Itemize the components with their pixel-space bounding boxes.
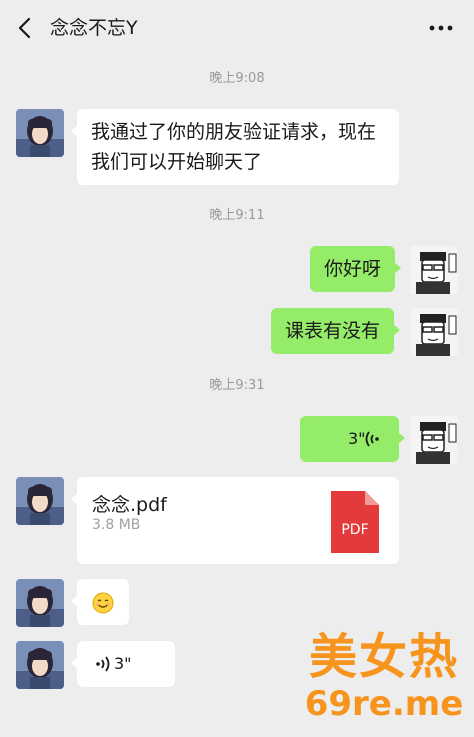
voice-duration: 3" xyxy=(114,654,132,673)
contact-avatar-image xyxy=(16,641,64,689)
chat-header: 念念不忘Y xyxy=(0,0,474,56)
contact-avatar-image xyxy=(16,477,64,525)
contact-avatar[interactable] xyxy=(16,477,64,525)
contact-avatar[interactable] xyxy=(16,109,64,157)
smiling-face-emoji-icon xyxy=(92,592,114,614)
my-avatar-image xyxy=(410,246,458,294)
contact-avatar[interactable] xyxy=(16,641,64,689)
chat-title: 念念不忘Y xyxy=(50,17,138,39)
voice-message-sent[interactable]: 3" xyxy=(300,416,405,462)
voice-message-received[interactable]: 3" xyxy=(71,641,175,687)
contact-avatar-image xyxy=(16,579,64,627)
emoji-message[interactable] xyxy=(71,579,129,625)
my-avatar[interactable] xyxy=(410,416,458,464)
watermark-logo: 美女热 69re.me xyxy=(296,628,472,728)
my-avatar-image xyxy=(410,416,458,464)
contact-avatar[interactable] xyxy=(16,579,64,627)
timestamp: 晚上9:08 xyxy=(209,71,265,86)
watermark-url: 69re.me xyxy=(304,684,464,724)
pdf-label: PDF xyxy=(341,522,368,538)
contact-avatar-image xyxy=(16,109,64,157)
back-arrow-icon[interactable] xyxy=(14,16,36,40)
watermark-text: 美女热 xyxy=(308,629,459,685)
message-text: 我通过了你的朋友验证请求，现在我们可以开始聊天了 xyxy=(91,121,377,173)
message-bubble-received[interactable]: 我通过了你的朋友验证请求，现在我们可以开始聊天了 xyxy=(71,109,399,185)
voice-wave-icon xyxy=(365,431,379,447)
message-bubble-sent[interactable]: 课表有没有 xyxy=(271,308,401,354)
message-bubble-sent[interactable]: 你好呀 xyxy=(310,246,402,292)
more-options-icon[interactable] xyxy=(428,16,454,40)
message-text: 你好呀 xyxy=(324,258,382,280)
file-name: 念念.pdf xyxy=(92,494,167,516)
timestamp: 晚上9:11 xyxy=(209,208,265,223)
my-avatar-image xyxy=(410,308,458,356)
file-size: 3.8 MB xyxy=(92,517,141,533)
voice-wave-icon xyxy=(96,656,110,672)
my-avatar[interactable] xyxy=(410,246,458,294)
pdf-file-icon: PDF xyxy=(331,491,379,553)
my-avatar[interactable] xyxy=(410,308,458,356)
file-message[interactable]: 念念.pdf 3.8 MB PDF xyxy=(71,477,399,564)
message-text: 课表有没有 xyxy=(285,320,381,342)
timestamp: 晚上9:31 xyxy=(209,378,265,393)
